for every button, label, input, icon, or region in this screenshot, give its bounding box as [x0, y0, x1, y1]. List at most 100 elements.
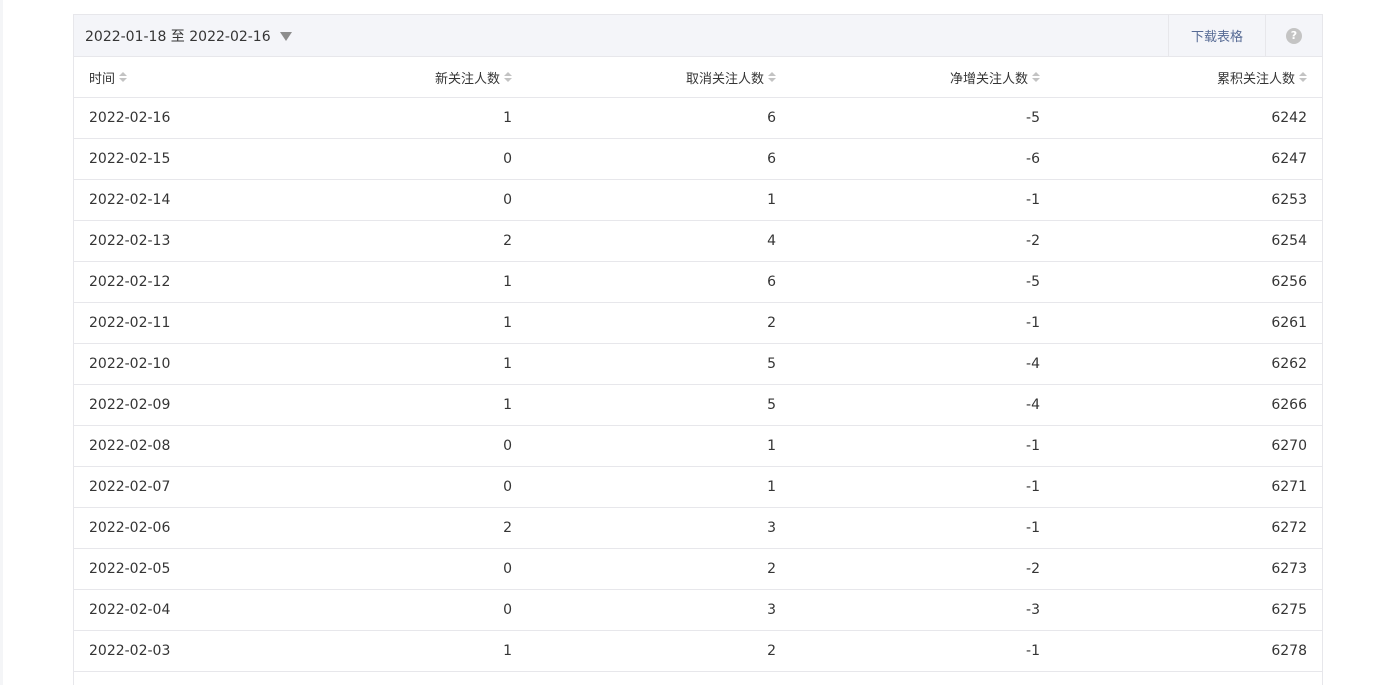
cell-unfollows: 3	[520, 589, 784, 631]
sort-icon	[504, 72, 512, 82]
table-row: 2022-02-14 0 1 -1 6253	[74, 179, 1322, 221]
column-header-cumulative-follows[interactable]: 累积关注人数	[1048, 57, 1322, 98]
cell-date: 2022-02-07	[74, 466, 264, 508]
cell-unfollows: 4	[520, 220, 784, 262]
cell-cumulative-follows: 6247	[1048, 138, 1322, 180]
cell-cumulative-follows: 6266	[1048, 384, 1322, 426]
cell-net-follows: -5	[784, 261, 1048, 303]
cell-date: 2022-02-13	[74, 220, 264, 262]
column-header-time[interactable]: 时间	[74, 57, 264, 98]
cell-new-follows: 0	[264, 179, 520, 221]
cell-unfollows: 3	[520, 507, 784, 549]
column-header-new-follows[interactable]: 新关注人数	[264, 57, 520, 98]
table-header-row: 时间 新关注人数 取消关注人数 净增关注人数 累积关注人数	[74, 57, 1322, 98]
cell-unfollows: 6	[520, 261, 784, 303]
column-header-label: 时间	[89, 71, 116, 87]
cell-cumulative-follows: 6273	[1048, 548, 1322, 590]
column-header-label: 新关注人数	[434, 71, 500, 87]
table-row: 2022-02-11 1 2 -1 6261	[74, 302, 1322, 344]
cell-unfollows: 2	[520, 630, 784, 672]
cell-date: 2022-02-09	[74, 384, 264, 426]
table-row: 2022-02-12 1 6 -5 6256	[74, 261, 1322, 303]
cell-net-follows: -2	[784, 548, 1048, 590]
cell-unfollows: 2	[520, 302, 784, 344]
page: 2022-01-18 至 2022-02-16 下载表格 ? 时间 新关注人数 …	[0, 0, 1381, 685]
toolbar-actions: 下载表格 ?	[1168, 15, 1322, 56]
cell-net-follows: -4	[784, 384, 1048, 426]
cell-net-follows: -1	[784, 302, 1048, 344]
cell-new-follows: 1	[264, 302, 520, 344]
stats-table-panel: 2022-01-18 至 2022-02-16 下载表格 ? 时间 新关注人数 …	[73, 14, 1323, 685]
cell-new-follows: 1	[264, 97, 520, 139]
table-row: 2022-02-10 1 5 -4 6262	[74, 343, 1322, 385]
cell-date: 2022-02-14	[74, 179, 264, 221]
cell-date: 2022-02-03	[74, 630, 264, 672]
cell-new-follows: 1	[264, 261, 520, 303]
cell-date: 2022-02-12	[74, 261, 264, 303]
cell-net-follows: -1	[784, 466, 1048, 508]
column-header-label: 取消关注人数	[685, 71, 764, 87]
cell-date: 2022-02-06	[74, 507, 264, 549]
table-row: 2022-02-03 1 2 -1 6278	[74, 630, 1322, 672]
sort-icon	[1032, 72, 1040, 82]
cell-date: 2022-02-10	[74, 343, 264, 385]
sort-icon	[119, 72, 128, 82]
column-header-net-follows[interactable]: 净增关注人数	[784, 57, 1048, 98]
cell-new-follows: 0	[264, 466, 520, 508]
sort-icon	[768, 72, 776, 82]
cell-new-follows: 1	[264, 343, 520, 385]
column-header-label: 净增关注人数	[949, 71, 1028, 87]
cell-cumulative-follows: 6275	[1048, 589, 1322, 631]
cell-net-follows: -1	[784, 507, 1048, 549]
date-range-picker[interactable]: 2022-01-18 至 2022-02-16	[74, 15, 292, 56]
cell-unfollows: 1	[520, 179, 784, 221]
cell-net-follows: -5	[784, 97, 1048, 139]
cell-net-follows: -1	[784, 425, 1048, 467]
table-row: 2022-02-15 0 6 -6 6247	[74, 138, 1322, 180]
table-row: 2022-02-07 0 1 -1 6271	[74, 466, 1322, 508]
cell-date: 2022-02-08	[74, 425, 264, 467]
column-header-label: 累积关注人数	[1216, 71, 1295, 87]
cell-date: 2022-02-04	[74, 589, 264, 631]
cell-unfollows: 5	[520, 343, 784, 385]
download-table-button[interactable]: 下载表格	[1168, 15, 1265, 56]
cell-cumulative-follows: 6262	[1048, 343, 1322, 385]
cell-new-follows: 0	[264, 425, 520, 467]
sort-icon	[1299, 72, 1307, 82]
cell-net-follows: -6	[784, 138, 1048, 180]
table-row: 2022-02-06 2 3 -1 6272	[74, 507, 1322, 549]
cell-new-follows: 0	[264, 138, 520, 180]
cell-new-follows: 0	[264, 589, 520, 631]
cell-date: 2022-02-11	[74, 302, 264, 344]
table-body: 2022-02-16 1 6 -5 6242 2022-02-15 0 6 -6 6247 2022…	[74, 97, 1322, 672]
cell-cumulative-follows: 6254	[1048, 220, 1322, 262]
table-row: 2022-02-16 1 6 -5 6242	[74, 97, 1322, 139]
cell-unfollows: 1	[520, 466, 784, 508]
left-edge-strip	[0, 0, 3, 685]
table-row: 2022-02-13 2 4 -2 6254	[74, 220, 1322, 262]
cell-cumulative-follows: 6253	[1048, 179, 1322, 221]
cell-net-follows: -4	[784, 343, 1048, 385]
cell-new-follows: 1	[264, 384, 520, 426]
cell-unfollows: 2	[520, 548, 784, 590]
cell-net-follows: -1	[784, 179, 1048, 221]
table-row: 2022-02-09 1 5 -4 6266	[74, 384, 1322, 426]
cell-new-follows: 2	[264, 507, 520, 549]
cell-unfollows: 6	[520, 97, 784, 139]
column-header-unfollows[interactable]: 取消关注人数	[520, 57, 784, 98]
cell-unfollows: 5	[520, 384, 784, 426]
caret-down-icon	[279, 31, 292, 41]
cell-new-follows: 0	[264, 548, 520, 590]
cell-cumulative-follows: 6271	[1048, 466, 1322, 508]
cell-cumulative-follows: 6278	[1048, 630, 1322, 672]
cell-cumulative-follows: 6256	[1048, 261, 1322, 303]
cell-new-follows: 2	[264, 220, 520, 262]
cell-new-follows: 1	[264, 630, 520, 672]
cell-net-follows: -2	[784, 220, 1048, 262]
cell-cumulative-follows: 6270	[1048, 425, 1322, 467]
help-question-icon: ?	[1286, 27, 1302, 44]
table-toolbar: 2022-01-18 至 2022-02-16 下载表格 ?	[74, 15, 1322, 57]
help-button[interactable]: ?	[1265, 15, 1322, 56]
date-range-text: 2022-01-18 至 2022-02-16	[85, 28, 271, 45]
table-row: 2022-02-08 0 1 -1 6270	[74, 425, 1322, 467]
